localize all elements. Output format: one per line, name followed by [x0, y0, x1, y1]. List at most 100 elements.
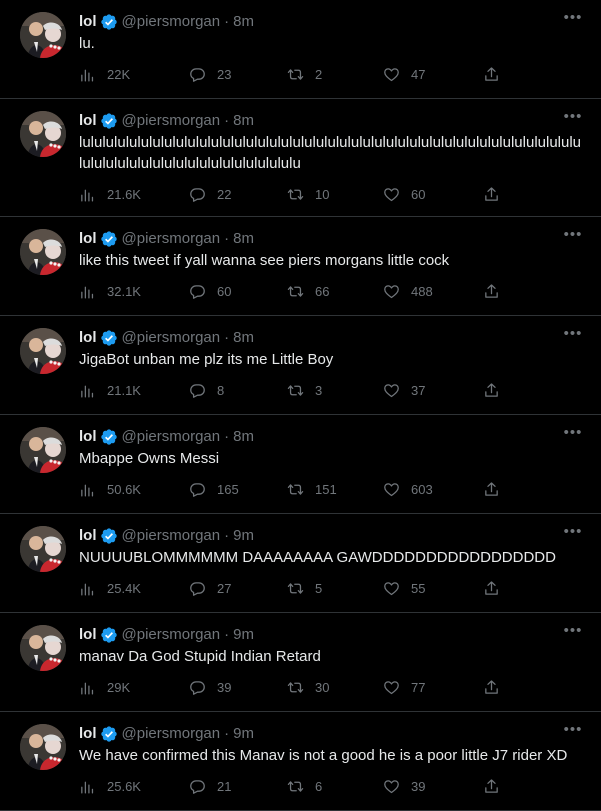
more-dots-icon[interactable]: •••	[563, 10, 583, 32]
author-handle[interactable]: @piersmorgan	[122, 111, 221, 131]
author-handle[interactable]: @piersmorgan	[122, 229, 221, 249]
more-dots-icon[interactable]: •••	[563, 227, 583, 249]
share-button[interactable]	[483, 186, 503, 203]
share-upload-icon	[485, 580, 498, 595]
author-name[interactable]: lol	[79, 12, 97, 32]
author-handle[interactable]: @piersmorgan	[122, 12, 221, 32]
like-button[interactable]: 37	[383, 382, 483, 399]
retweet-button[interactable]: 10	[287, 186, 383, 203]
more-dots-icon[interactable]: •••	[563, 722, 583, 744]
share-button[interactable]	[483, 481, 503, 498]
tweet[interactable]: lol @piersmorgan · 9m ••• manav Da God S…	[0, 613, 601, 712]
retweet-button[interactable]: 30	[287, 679, 383, 696]
more-dots-icon[interactable]: •••	[563, 623, 583, 645]
like-button[interactable]: 60	[383, 186, 483, 203]
like-button[interactable]: 603	[383, 481, 483, 498]
avatar[interactable]	[20, 328, 66, 374]
avatar[interactable]	[20, 625, 66, 671]
tweet-time[interactable]: 8m	[233, 328, 254, 348]
tweet-time[interactable]: 8m	[233, 427, 254, 447]
like-count: 488	[411, 283, 433, 299]
share-upload-icon	[485, 481, 498, 496]
author-handle[interactable]: @piersmorgan	[122, 625, 221, 645]
more-dots-icon[interactable]: •••	[563, 109, 583, 131]
author-name[interactable]: lol	[79, 526, 97, 546]
share-button[interactable]	[483, 679, 503, 696]
tweet[interactable]: lol @piersmorgan · 9m ••• We have confir…	[0, 712, 601, 811]
views-button[interactable]: 50.6K	[79, 481, 189, 498]
like-button[interactable]: 77	[383, 679, 483, 696]
avatar[interactable]	[20, 12, 66, 58]
retweet-button[interactable]: 151	[287, 481, 383, 498]
tweet[interactable]: lol @piersmorgan · 8m ••• like this twee…	[0, 217, 601, 316]
reply-count: 27	[217, 580, 232, 596]
retweet-button[interactable]: 3	[287, 382, 383, 399]
retweet-button[interactable]: 6	[287, 778, 383, 795]
views-count: 50.6K	[107, 481, 141, 497]
author-handle[interactable]: @piersmorgan	[122, 427, 221, 447]
tweet-text: JigaBot unban me plz its me Little Boy	[79, 351, 334, 368]
tweet-time[interactable]: 9m	[233, 724, 254, 744]
avatar[interactable]	[20, 111, 66, 157]
reply-button[interactable]: 22	[189, 186, 287, 203]
more-dots-icon[interactable]: •••	[563, 524, 583, 546]
share-upload-icon	[485, 679, 498, 694]
more-dots-icon[interactable]: •••	[563, 425, 583, 447]
tweet-header: lol @piersmorgan · 9m	[79, 724, 585, 744]
avatar[interactable]	[20, 724, 66, 770]
retweet-button[interactable]: 2	[287, 66, 383, 83]
avatar[interactable]	[20, 427, 66, 473]
tweet-time[interactable]: 9m	[233, 625, 254, 645]
views-button[interactable]: 29K	[79, 679, 189, 696]
author-name[interactable]: lol	[79, 328, 97, 348]
avatar[interactable]	[20, 526, 66, 572]
reply-button[interactable]: 165	[189, 481, 287, 498]
tweet[interactable]: lol @piersmorgan · 8m ••• JigaBot unban …	[0, 316, 601, 415]
reply-button[interactable]: 23	[189, 66, 287, 83]
reply-button[interactable]: 21	[189, 778, 287, 795]
share-button[interactable]	[483, 580, 503, 597]
author-name[interactable]: lol	[79, 724, 97, 744]
views-button[interactable]: 21.6K	[79, 186, 189, 203]
retweet-button[interactable]: 66	[287, 283, 383, 300]
views-button[interactable]: 21.1K	[79, 382, 189, 399]
retweet-arrows-icon	[287, 780, 304, 792]
tweet-time[interactable]: 8m	[233, 229, 254, 249]
author-name[interactable]: lol	[79, 111, 97, 131]
avatar[interactable]	[20, 229, 66, 275]
share-button[interactable]	[483, 66, 503, 83]
like-button[interactable]: 55	[383, 580, 483, 597]
like-button[interactable]: 47	[383, 66, 483, 83]
author-handle[interactable]: @piersmorgan	[122, 328, 221, 348]
author-handle[interactable]: @piersmorgan	[122, 526, 221, 546]
tweet[interactable]: lol @piersmorgan · 8m ••• lu. 22K 23 2 4…	[0, 0, 601, 99]
retweet-button[interactable]: 5	[287, 580, 383, 597]
reply-button[interactable]: 39	[189, 679, 287, 696]
author-name[interactable]: lol	[79, 427, 97, 447]
views-button[interactable]: 25.6K	[79, 778, 189, 795]
author-handle[interactable]: @piersmorgan	[122, 724, 221, 744]
heart-icon	[384, 187, 399, 201]
tweet-actions: 25.6K 21 6 39	[79, 766, 585, 806]
share-button[interactable]	[483, 778, 503, 795]
reply-button[interactable]: 60	[189, 283, 287, 300]
views-button[interactable]: 32.1K	[79, 283, 189, 300]
views-button[interactable]: 22K	[79, 66, 189, 83]
reply-button[interactable]: 27	[189, 580, 287, 597]
views-button[interactable]: 25.4K	[79, 580, 189, 597]
tweet[interactable]: lol @piersmorgan · 8m ••• Mbappe Owns Me…	[0, 415, 601, 514]
author-name[interactable]: lol	[79, 625, 97, 645]
share-button[interactable]	[483, 283, 503, 300]
tweet[interactable]: lol @piersmorgan · 8m ••• lululululululu…	[0, 99, 601, 217]
like-button[interactable]: 39	[383, 778, 483, 795]
author-name[interactable]: lol	[79, 229, 97, 249]
tweet-time[interactable]: 9m	[233, 526, 254, 546]
reply-button[interactable]: 8	[189, 382, 287, 399]
verified-badge-icon	[100, 330, 117, 346]
tweet-time[interactable]: 8m	[233, 111, 254, 131]
like-button[interactable]: 488	[383, 283, 483, 300]
tweet-time[interactable]: 8m	[233, 12, 254, 32]
share-button[interactable]	[483, 382, 503, 399]
more-dots-icon[interactable]: •••	[563, 326, 583, 348]
tweet[interactable]: lol @piersmorgan · 9m ••• NUUUUBLOMMMMMM…	[0, 514, 601, 613]
